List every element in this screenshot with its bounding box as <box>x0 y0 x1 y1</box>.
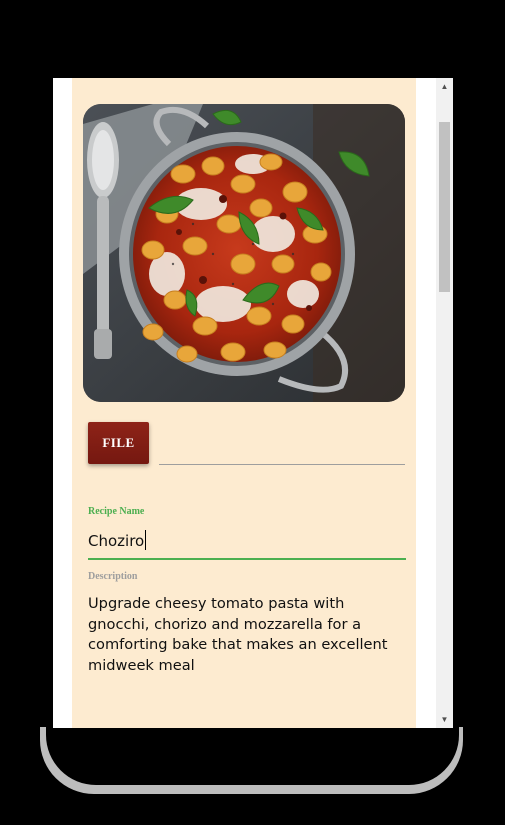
recipe-photo <box>83 104 405 402</box>
recipe-name-value: Choziro <box>88 532 145 550</box>
file-upload-button[interactable]: FILE <box>88 422 149 464</box>
file-path-field[interactable] <box>159 442 405 465</box>
recipe-name-input[interactable]: Choziro <box>88 524 406 560</box>
description-label: Description <box>88 571 138 582</box>
scroll-up-arrow-icon[interactable]: ▲ <box>436 78 453 95</box>
vertical-scrollbar[interactable]: ▲ ▼ <box>436 78 453 728</box>
phone-bezel-bottom <box>46 727 459 785</box>
gnocchi-bake-image <box>83 104 405 402</box>
scroll-down-arrow-icon[interactable]: ▼ <box>436 711 453 728</box>
scrollbar-thumb[interactable] <box>439 122 450 292</box>
description-textarea[interactable]: Upgrade cheesy tomato pasta with gnocchi… <box>88 594 410 676</box>
file-upload-row: FILE <box>88 422 406 468</box>
recipe-card: FILE Recipe Name Choziro Description Upg… <box>72 78 416 728</box>
phone-screen: FILE Recipe Name Choziro Description Upg… <box>53 78 453 728</box>
text-caret <box>145 530 147 550</box>
recipe-name-label: Recipe Name <box>88 506 145 517</box>
device-stage: FILE Recipe Name Choziro Description Upg… <box>0 0 505 825</box>
